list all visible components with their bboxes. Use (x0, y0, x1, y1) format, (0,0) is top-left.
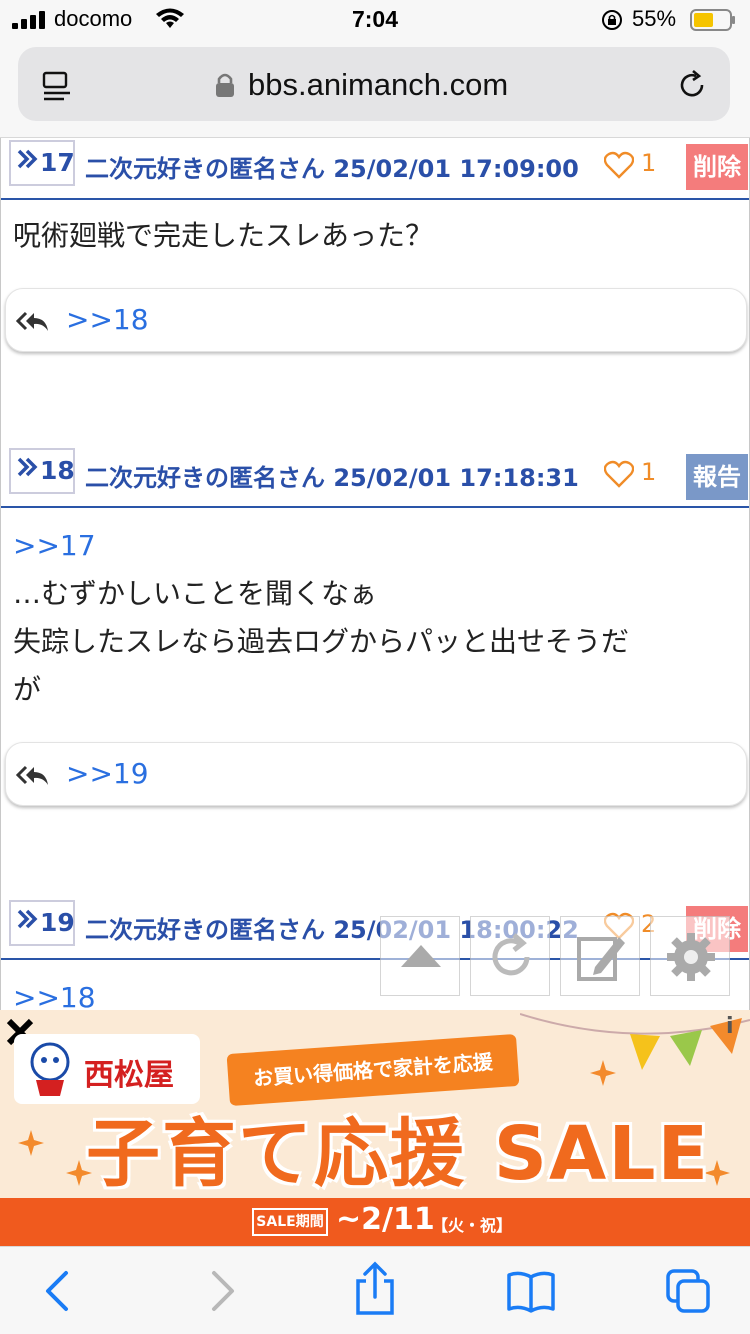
post-number-button[interactable]: 19 (9, 900, 75, 946)
post-number-button[interactable]: 18 (9, 448, 75, 494)
forward-arrow-icon[interactable] (196, 1267, 246, 1315)
reload-icon[interactable] (674, 67, 710, 103)
post-number-button[interactable]: 17 (9, 140, 75, 186)
anchor-link[interactable]: >>17 (13, 522, 733, 570)
ad-date: ~2/11 (336, 1202, 435, 1237)
browser-toolbar (0, 1246, 750, 1334)
post-number: 18 (40, 456, 75, 485)
status-bar: docomo 7:04 55% (0, 0, 750, 40)
post-meta: 二次元好きの匿名さん 25/02/01 17:18:31 (85, 464, 579, 492)
settings-button[interactable] (650, 916, 730, 996)
post-number: 17 (40, 148, 75, 177)
reply-all-icon (16, 765, 48, 785)
double-chevron-icon (17, 149, 38, 169)
back-arrow-icon[interactable] (34, 1267, 84, 1315)
sparkle-icon (590, 1060, 616, 1086)
triangle-up-icon (401, 945, 441, 967)
like-count: 1 (641, 149, 657, 177)
refresh-button[interactable] (470, 916, 550, 996)
heart-icon[interactable] (604, 151, 634, 179)
sparkle-icon (18, 1130, 44, 1156)
delete-button[interactable]: 削除 (686, 144, 748, 190)
write-post-button[interactable] (560, 916, 640, 996)
reply-box[interactable]: >>19 (5, 742, 747, 806)
post-text-line: 呪術廻戦で完走したスレあった？ (13, 219, 434, 252)
gear-icon (667, 933, 715, 981)
book-icon[interactable] (506, 1267, 556, 1315)
heart-icon[interactable] (604, 460, 634, 488)
post-header: 17 二次元好きの匿名さん 25/02/01 17:09:00 1 削除 (1, 138, 749, 200)
post-body: >>17 …むずかしいことを聞くなぁ 失踪したスレなら過去ログからパッと出せそう… (13, 522, 733, 714)
thread-content: 17 二次元好きの匿名さん 25/02/01 17:09:00 1 削除 呪術廻… (0, 138, 750, 1010)
reply-all-icon (16, 311, 48, 331)
orientation-lock-icon (602, 10, 622, 30)
post-meta: 二次元好きの匿名さん 25/02/01 17:09:00 (85, 155, 579, 183)
reader-mode-icon[interactable] (40, 69, 76, 105)
pencil-icon (577, 937, 625, 981)
ad-day-of-week: 【火・祝】 (432, 1216, 513, 1235)
share-icon[interactable] (350, 1261, 400, 1317)
url-text[interactable]: bbs.animanch.com (248, 67, 508, 103)
reply-box[interactable]: >>18 (5, 288, 747, 352)
browser-address-area: bbs.animanch.com (0, 40, 750, 138)
post-body: 呪術廻戦で完走したスレあった？ (13, 212, 733, 260)
double-chevron-icon (17, 457, 38, 477)
post-text-line: 失踪したスレなら過去ログからパッと出せそうだ (13, 625, 630, 658)
ad-ribbon-text: お買い得価格で家計を応援 (252, 1049, 494, 1091)
post-text-line: が (13, 673, 42, 706)
battery-icon (690, 9, 735, 31)
ad-headline: 子育て応援 SALE (86, 1111, 711, 1197)
like-count: 1 (641, 458, 657, 486)
scroll-top-button[interactable] (380, 916, 460, 996)
ad-period-label: SALE期間 (252, 1208, 328, 1236)
brand-name: 西松屋 (84, 1058, 174, 1093)
reply-link[interactable]: >>19 (66, 757, 149, 790)
tabs-icon[interactable] (664, 1267, 714, 1315)
ad-info-icon[interactable]: i (726, 1014, 734, 1039)
ad-period-strip: SALE期間 ~2/11 【火・祝】 (0, 1198, 750, 1246)
post-text-line: …むずかしいことを聞くなぁ (13, 577, 378, 610)
refresh-icon (492, 933, 530, 976)
double-chevron-icon (17, 909, 38, 929)
reply-link[interactable]: >>18 (66, 303, 149, 336)
post-number: 19 (40, 908, 75, 937)
mascot-icon (30, 1042, 70, 1096)
lock-icon (216, 73, 234, 97)
battery-percent: 55% (632, 6, 677, 31)
address-bar[interactable]: bbs.animanch.com (18, 47, 730, 121)
post-header: 18 二次元好きの匿名さん 25/02/01 17:18:31 1 報告 (1, 444, 749, 508)
report-button[interactable]: 報告 (686, 454, 748, 500)
ad-banner[interactable]: i 西松屋 お買い得価格で家計を応援 子育て応援 SALE SALE期間 ~2/… (0, 1010, 750, 1246)
bunting-decoration (520, 1013, 750, 1070)
